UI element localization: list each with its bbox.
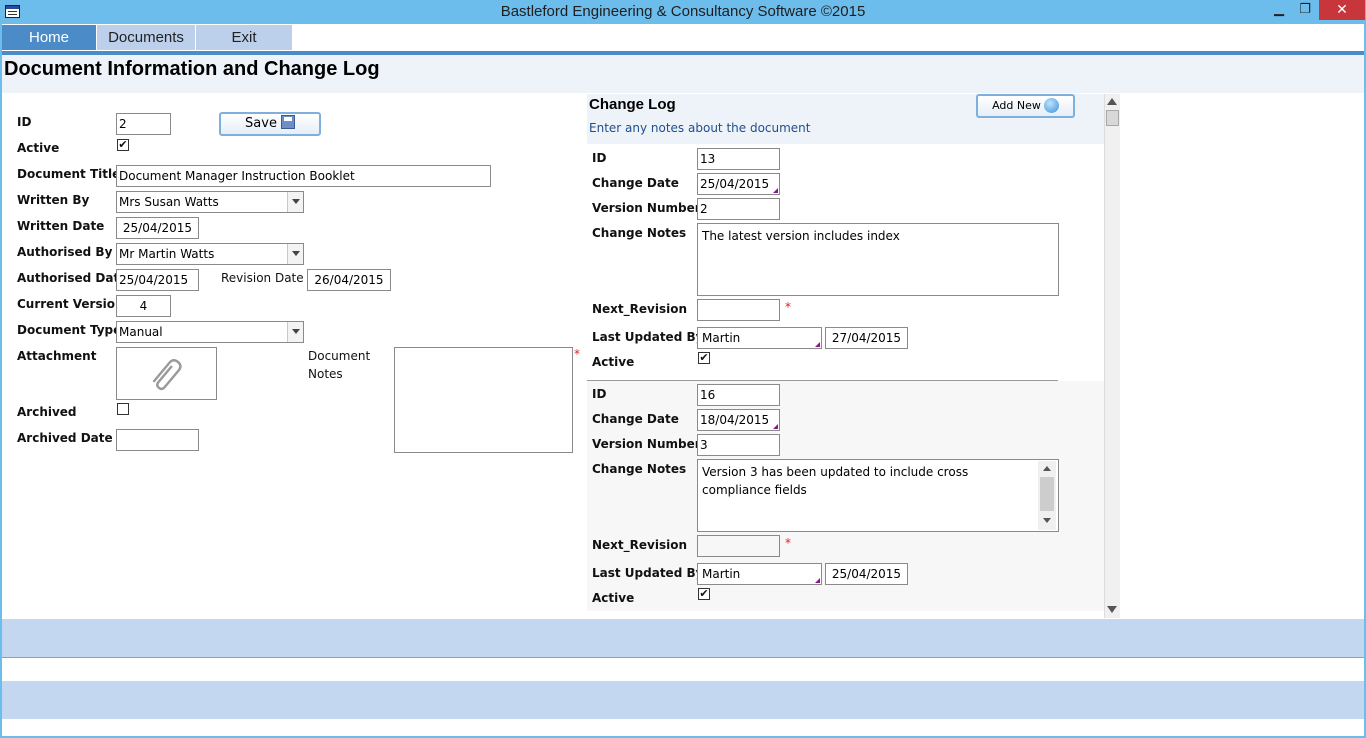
id-field[interactable]: 2	[116, 113, 171, 135]
record-id-label: ID	[592, 387, 607, 401]
authorised-by-label: Authorised By	[17, 245, 113, 259]
authorised-by-combo[interactable]: Mr Martin Watts	[116, 243, 304, 265]
version-number-label: Version Number	[592, 201, 701, 215]
page-title: Document Information and Change Log	[4, 58, 380, 80]
last-updated-by-field[interactable]: Martin	[697, 563, 822, 585]
written-by-combo[interactable]: Mrs Susan Watts	[116, 191, 304, 213]
record-active-checkbox[interactable]: ✔	[698, 588, 710, 600]
restore-button[interactable]: ❐	[1292, 0, 1318, 20]
scroll-up-icon[interactable]	[1104, 94, 1120, 110]
record-id-label: ID	[592, 151, 607, 165]
last-updated-by-label: Last Updated By	[592, 566, 704, 580]
written-date-label: Written Date	[17, 219, 105, 233]
globe-add-icon	[1043, 98, 1059, 113]
document-title-label: Document Title	[17, 167, 121, 181]
written-by-value: Mrs Susan Watts	[119, 195, 219, 209]
change-date-label: Change Date	[592, 176, 679, 190]
written-date-field[interactable]: 25/04/2015	[116, 217, 199, 239]
current-version-label: Current Version	[17, 297, 124, 311]
document-type-label: Document Type	[17, 323, 122, 337]
footer-band	[2, 681, 1364, 719]
active-checkbox[interactable]: ✔	[117, 139, 129, 151]
scroll-down-icon[interactable]	[1038, 513, 1056, 529]
change-log-scrollbar[interactable]	[1104, 94, 1120, 618]
written-by-label: Written By	[17, 193, 90, 207]
last-updated-by-field[interactable]: Martin	[697, 327, 822, 349]
record-active-label: Active	[592, 355, 635, 369]
change-notes-label: Change Notes	[592, 462, 687, 476]
archived-label: Archived	[17, 405, 77, 419]
required-mark: *	[574, 347, 580, 361]
version-number-label: Version Number	[592, 437, 701, 451]
last-updated-by-label: Last Updated By	[592, 330, 704, 344]
revision-date-label: Revision Date	[221, 271, 304, 285]
window-title: Bastleford Engineering & Consultancy Sof…	[500, 3, 866, 20]
floppy-disk-icon	[280, 115, 295, 129]
revision-date-field[interactable]: 26/04/2015	[307, 269, 391, 291]
document-notes-label-2: Notes	[308, 367, 343, 381]
next-revision-label: Next_Revision	[592, 302, 688, 316]
current-version-field[interactable]: 4	[116, 295, 171, 317]
authorised-date-field[interactable]: 25/04/2015	[116, 269, 199, 291]
record-active-label: Active	[592, 591, 635, 605]
add-new-button[interactable]: Add New	[976, 94, 1075, 118]
change-notes-field[interactable]: Version 3 has been updated to include cr…	[697, 459, 1059, 532]
document-notes-field[interactable]	[394, 347, 573, 453]
archived-date-field[interactable]	[116, 429, 199, 451]
version-number-field[interactable]: 3	[697, 434, 780, 456]
change-date-label: Change Date	[592, 412, 679, 426]
id-label: ID	[17, 115, 32, 129]
chevron-down-icon[interactable]	[287, 192, 303, 212]
next-revision-field[interactable]	[697, 535, 780, 557]
chevron-down-icon[interactable]	[287, 322, 303, 342]
record-divider	[587, 380, 1058, 381]
required-mark: *	[785, 300, 791, 314]
change-log-title: Change Log	[589, 96, 676, 113]
document-type-value: Manual	[119, 325, 163, 339]
footer-divider	[2, 657, 1364, 658]
document-type-combo[interactable]: Manual	[116, 321, 304, 343]
add-new-label: Add New	[992, 99, 1041, 112]
attachment-field[interactable]	[116, 347, 217, 400]
next-revision-label: Next_Revision	[592, 538, 688, 552]
record-id-field[interactable]: 16	[697, 384, 780, 406]
scroll-down-icon[interactable]	[1104, 602, 1120, 618]
change-date-field[interactable]: 25/04/2015	[697, 173, 780, 195]
paperclip-icon	[152, 359, 182, 391]
scroll-up-icon[interactable]	[1038, 461, 1056, 477]
scroll-thumb[interactable]	[1106, 110, 1119, 126]
document-title-field[interactable]: Document Manager Instruction Booklet	[116, 165, 491, 187]
change-notes-label: Change Notes	[592, 226, 687, 240]
attachment-label: Attachment	[17, 349, 97, 363]
tab-home[interactable]: Home	[2, 25, 96, 50]
record-active-checkbox[interactable]: ✔	[698, 352, 710, 364]
minimize-button[interactable]: ▁	[1266, 0, 1292, 20]
tab-documents[interactable]: Documents	[97, 25, 195, 50]
save-button[interactable]: Save	[219, 112, 321, 136]
archived-date-label: Archived Date	[17, 431, 113, 445]
record-id-field[interactable]: 13	[697, 148, 780, 170]
tab-exit[interactable]: Exit	[196, 25, 292, 50]
document-notes-label: Document	[308, 349, 371, 363]
change-log-subtitle: Enter any notes about the document	[589, 121, 811, 135]
chevron-down-icon[interactable]	[287, 244, 303, 264]
save-label: Save	[245, 116, 277, 131]
next-revision-field[interactable]	[697, 299, 780, 321]
active-label: Active	[17, 141, 60, 155]
footer-band	[2, 619, 1364, 657]
authorised-date-label: Authorised Date	[17, 271, 128, 285]
version-number-field[interactable]: 2	[697, 198, 780, 220]
scroll-thumb[interactable]	[1040, 477, 1054, 511]
change-notes-field[interactable]: The latest version includes index	[697, 223, 1059, 296]
required-mark: *	[785, 536, 791, 550]
authorised-by-value: Mr Martin Watts	[119, 247, 215, 261]
change-date-field[interactable]: 18/04/2015	[697, 409, 780, 431]
last-updated-date-field[interactable]: 25/04/2015	[825, 563, 908, 585]
last-updated-date-field[interactable]: 27/04/2015	[825, 327, 908, 349]
close-button[interactable]: ✕	[1319, 0, 1365, 20]
archived-checkbox[interactable]	[117, 403, 129, 415]
